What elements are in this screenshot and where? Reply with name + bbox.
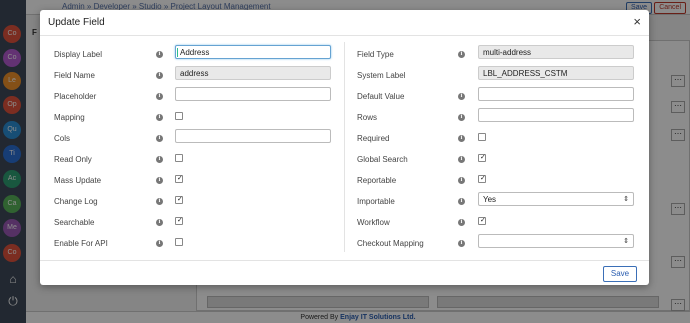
read-only-checkbox[interactable] [175,154,183,162]
cols-label: Cols [54,134,71,143]
checkmark-icon: ✓ [480,217,486,224]
info-icon[interactable]: i [156,240,163,247]
required-label: Required [357,134,390,143]
change-log-checkbox[interactable]: ✓ [175,196,183,204]
required-checkbox[interactable] [478,133,486,141]
default-value-label: Default Value [357,92,405,101]
info-icon[interactable]: i [156,51,163,58]
checkmark-icon: ✓ [177,196,183,203]
rows-label: Rows [357,113,378,122]
cols-input[interactable] [175,129,331,143]
system-label-input[interactable]: LBL_ADDRESS_CSTM [478,66,634,80]
info-icon[interactable]: i [458,51,465,58]
global-search-label: Global Search [357,155,408,164]
info-icon[interactable]: i [156,177,163,184]
searchable-label: Searchable [54,218,95,227]
placeholder-input[interactable] [175,87,331,101]
info-icon[interactable]: i [458,198,465,205]
global-search-checkbox[interactable]: ✓ [478,154,486,162]
searchable-checkbox[interactable]: ✓ [175,217,183,225]
info-icon[interactable]: i [458,240,465,247]
info-icon[interactable]: i [156,219,163,226]
checkmark-icon: ✓ [480,175,486,182]
reportable-checkbox[interactable]: ✓ [478,175,486,183]
select-arrows-icon: ⇕ [623,238,629,245]
info-icon[interactable]: i [458,156,465,163]
update-field-modal: Update Field × Display Label i Address F… [40,10,649,285]
info-icon[interactable]: i [156,114,163,121]
field-name-input[interactable]: address [175,66,331,80]
checkmark-icon: ✓ [480,154,486,161]
system-label-label: System Label [357,71,406,80]
display-label-input[interactable]: Address [175,45,331,59]
mapping-label: Mapping [54,113,85,122]
importable-selected-value: Yes [483,195,497,204]
field-type-label: Field Type [357,50,394,59]
save-button[interactable]: Save [603,266,637,282]
workflow-label: Workflow [357,218,390,227]
field-type-input[interactable]: multi-address [478,45,634,59]
info-icon[interactable]: i [458,177,465,184]
checkout-mapping-label: Checkout Mapping [357,239,424,248]
info-icon[interactable]: i [458,135,465,142]
workflow-checkbox[interactable]: ✓ [478,217,486,225]
checkmark-icon: ✓ [177,217,183,224]
checkmark-icon: ✓ [177,175,183,182]
modal-footer: Save [40,260,649,285]
field-name-label: Field Name [54,71,95,80]
checkout-mapping-select[interactable]: ⇕ [478,234,634,248]
modal-header: Update Field × [40,10,649,36]
mass-update-checkbox[interactable]: ✓ [175,175,183,183]
read-only-label: Read Only [54,155,92,164]
rows-input[interactable] [478,108,634,122]
enable-api-checkbox[interactable] [175,238,183,246]
reportable-label: Reportable [357,176,397,185]
importable-label: Importable [357,197,395,206]
info-icon[interactable]: i [156,93,163,100]
change-log-label: Change Log [54,197,98,206]
placeholder-label: Placeholder [54,92,97,101]
enable-api-label: Enable For API [54,239,108,248]
column-divider [344,42,345,252]
mapping-checkbox[interactable] [175,112,183,120]
modal-title: Update Field [48,17,105,28]
info-icon[interactable]: i [156,198,163,205]
info-icon[interactable]: i [156,156,163,163]
info-icon[interactable]: i [156,72,163,79]
mass-update-label: Mass Update [54,176,102,185]
info-icon[interactable]: i [458,219,465,226]
select-arrows-icon: ⇕ [623,196,629,203]
display-label-label: Display Label [54,50,103,59]
info-icon[interactable]: i [458,93,465,100]
info-icon[interactable]: i [458,114,465,121]
importable-select[interactable]: Yes ⇕ [478,192,634,206]
close-icon[interactable]: × [633,15,641,29]
info-icon[interactable]: i [156,135,163,142]
default-value-input[interactable] [478,87,634,101]
